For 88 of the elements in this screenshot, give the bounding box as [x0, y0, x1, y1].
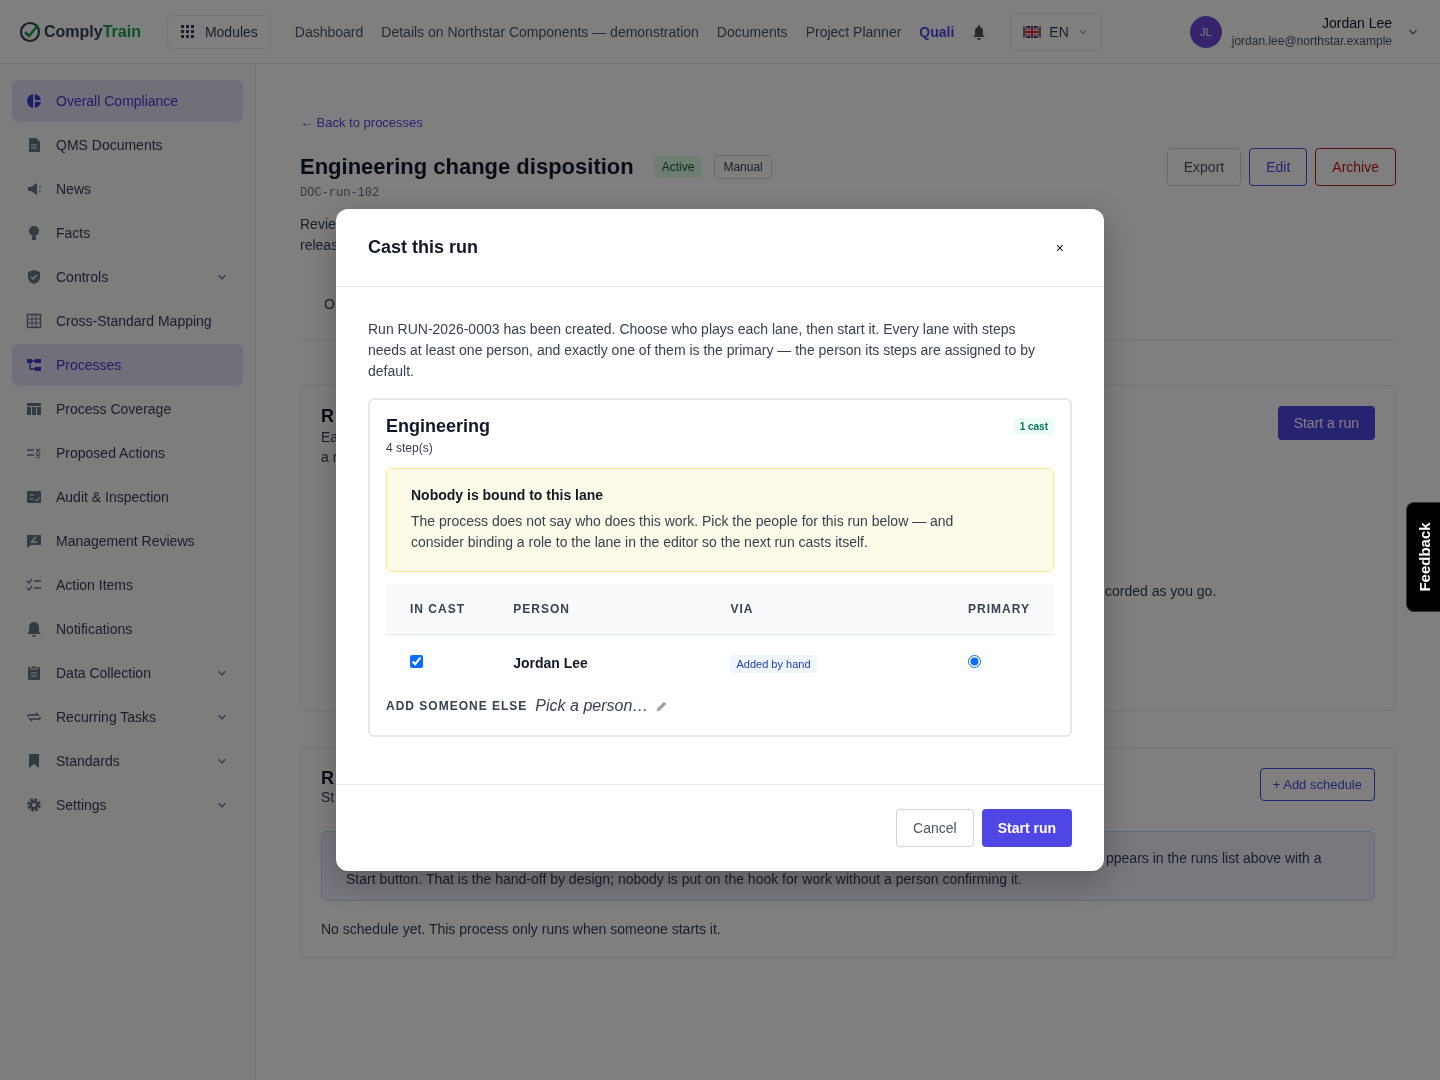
pie-chart-icon — [26, 93, 42, 109]
bookmark-icon — [26, 753, 42, 769]
card-title: R — [321, 406, 335, 427]
sidebar-item[interactable]: Controls — [12, 256, 243, 298]
feedback-button[interactable]: Feedback — [1406, 502, 1440, 612]
modules-button[interactable]: Modules — [166, 14, 271, 49]
description-text: Revie — [300, 215, 336, 234]
column-header: VIA — [706, 584, 945, 635]
sidebar-item[interactable]: Processes — [12, 344, 243, 386]
intro-text: Run RUN-2026-0003 has been created. Choose who plays each lane, then start it. Every lane with steps needs at least one person, and exactly one of them is the primary — the person its steps are assigned to by default. — [368, 320, 1036, 381]
step-count: 4 step(s) — [386, 441, 434, 455]
sidebar-item[interactable]: Facts — [12, 212, 243, 254]
bell-icon — [26, 621, 42, 637]
sidebar-item[interactable]: Proposed Actions — [12, 432, 243, 474]
sidebar-item[interactable]: News — [12, 168, 243, 210]
nav-link[interactable]: Documents — [716, 23, 788, 40]
via-badge: Added by hand — [730, 655, 817, 673]
grid-icon — [26, 313, 42, 329]
info-text: ppears in the runs list above with a — [1106, 849, 1323, 868]
card-text: corded as you go. — [1105, 582, 1218, 601]
sidebar-item[interactable]: Settings — [12, 784, 243, 826]
close-button[interactable]: × — [1047, 239, 1072, 256]
sidebar-item[interactable]: Standards — [12, 740, 243, 782]
archive-button[interactable]: Archive — [1315, 148, 1396, 186]
primary-radio[interactable] — [968, 655, 982, 668]
sidebar-item[interactable]: Cross-Standard Mapping — [12, 300, 243, 342]
sidebar-item[interactable]: Audit & Inspection — [12, 476, 243, 518]
info-text: Start button. That is the hand-off by design; nobody is put on the hook for work without a person confirming it. — [346, 871, 1022, 887]
grid-icon — [179, 24, 195, 39]
lightbulb-icon — [26, 225, 42, 241]
warning-text: The process does not say who does this work. Pick the people for this run below — and consider binding a role to the lane in the editor so the next run casts itself. — [411, 512, 955, 552]
page-title: Engineering change disposition — [300, 154, 634, 180]
pencil-icon[interactable] — [655, 699, 669, 713]
document-id: DOC-run-102 — [300, 186, 380, 200]
shield-icon — [26, 269, 42, 285]
lane-name: Engineering — [386, 416, 490, 437]
person-name: Jordan Lee — [489, 634, 707, 691]
megaphone-icon — [26, 181, 42, 197]
bell-icon[interactable] — [972, 23, 987, 40]
start-run-button[interactable]: Start run — [981, 809, 1072, 847]
empty-message: No schedule yet. This process only runs when someone starts it. — [321, 921, 722, 937]
card-title: R — [321, 768, 335, 789]
cancel-button[interactable]: Cancel — [896, 809, 974, 847]
add-person-label: ADD SOMEONE ELSE — [386, 699, 528, 713]
cast-count-badge: 1 cast — [1013, 418, 1054, 435]
card-subtitle: St — [321, 789, 335, 805]
nav-link[interactable]: Quali — [919, 23, 955, 40]
sidebar-item[interactable]: QMS Documents — [12, 124, 243, 166]
clipboard-icon — [26, 665, 42, 681]
edit-button[interactable]: Edit — [1249, 148, 1308, 186]
column-header: PRIMARY — [944, 584, 1054, 635]
tab[interactable]: O — [324, 296, 335, 312]
document-icon — [26, 137, 42, 153]
column-header: PERSON — [489, 584, 707, 635]
sidebar-item[interactable]: Process Coverage — [12, 388, 243, 430]
start-run-button[interactable]: Start a run — [1277, 406, 1375, 440]
back-link[interactable]: ← Back to processes — [300, 115, 423, 130]
checklist-icon — [26, 489, 42, 505]
sidebar-item[interactable]: Recurring Tasks — [12, 696, 243, 738]
modal-title: Cast this run — [368, 237, 478, 258]
sidebar-item[interactable]: Notifications — [12, 608, 243, 650]
in-cast-checkbox[interactable] — [410, 655, 423, 668]
add-schedule-button[interactable]: + Add schedule — [1259, 768, 1375, 801]
columns-icon — [26, 401, 42, 417]
sidebar-item[interactable]: Action Items — [12, 564, 243, 606]
user-avatar[interactable]: JL — [1189, 15, 1222, 48]
message-icon — [26, 533, 42, 549]
column-header: IN CAST — [386, 584, 490, 635]
flag-icon — [1023, 25, 1042, 38]
status-badge: Active — [653, 156, 703, 178]
status-badge: Manual — [714, 155, 772, 179]
language-selector[interactable]: EN — [1010, 12, 1102, 51]
user-name: Jordan Lee — [1321, 15, 1392, 31]
nav-link[interactable]: Details on Northstar Components — demonstration — [381, 23, 699, 40]
export-button[interactable]: Export — [1166, 148, 1242, 186]
nav-link[interactable]: Project Planner — [805, 23, 902, 40]
sidebar-item[interactable]: Management Reviews — [12, 520, 243, 562]
person-picker-field[interactable]: Pick a person… — [535, 697, 648, 715]
checklist-icon — [26, 577, 42, 593]
hierarchy-icon — [26, 357, 42, 373]
gear-icon — [26, 797, 42, 813]
warning-title: Nobody is bound to this lane — [411, 487, 605, 503]
sidebar-item[interactable]: Data Collection — [12, 652, 243, 694]
user-email: jordan.lee@northstar.example — [1231, 34, 1392, 48]
sidebar-item[interactable]: Overall Compliance — [12, 80, 243, 122]
check-circle-icon — [18, 19, 42, 44]
nav-link[interactable]: Dashboard — [294, 23, 364, 40]
brand-logo[interactable]: ComplyTrain — [18, 19, 141, 44]
